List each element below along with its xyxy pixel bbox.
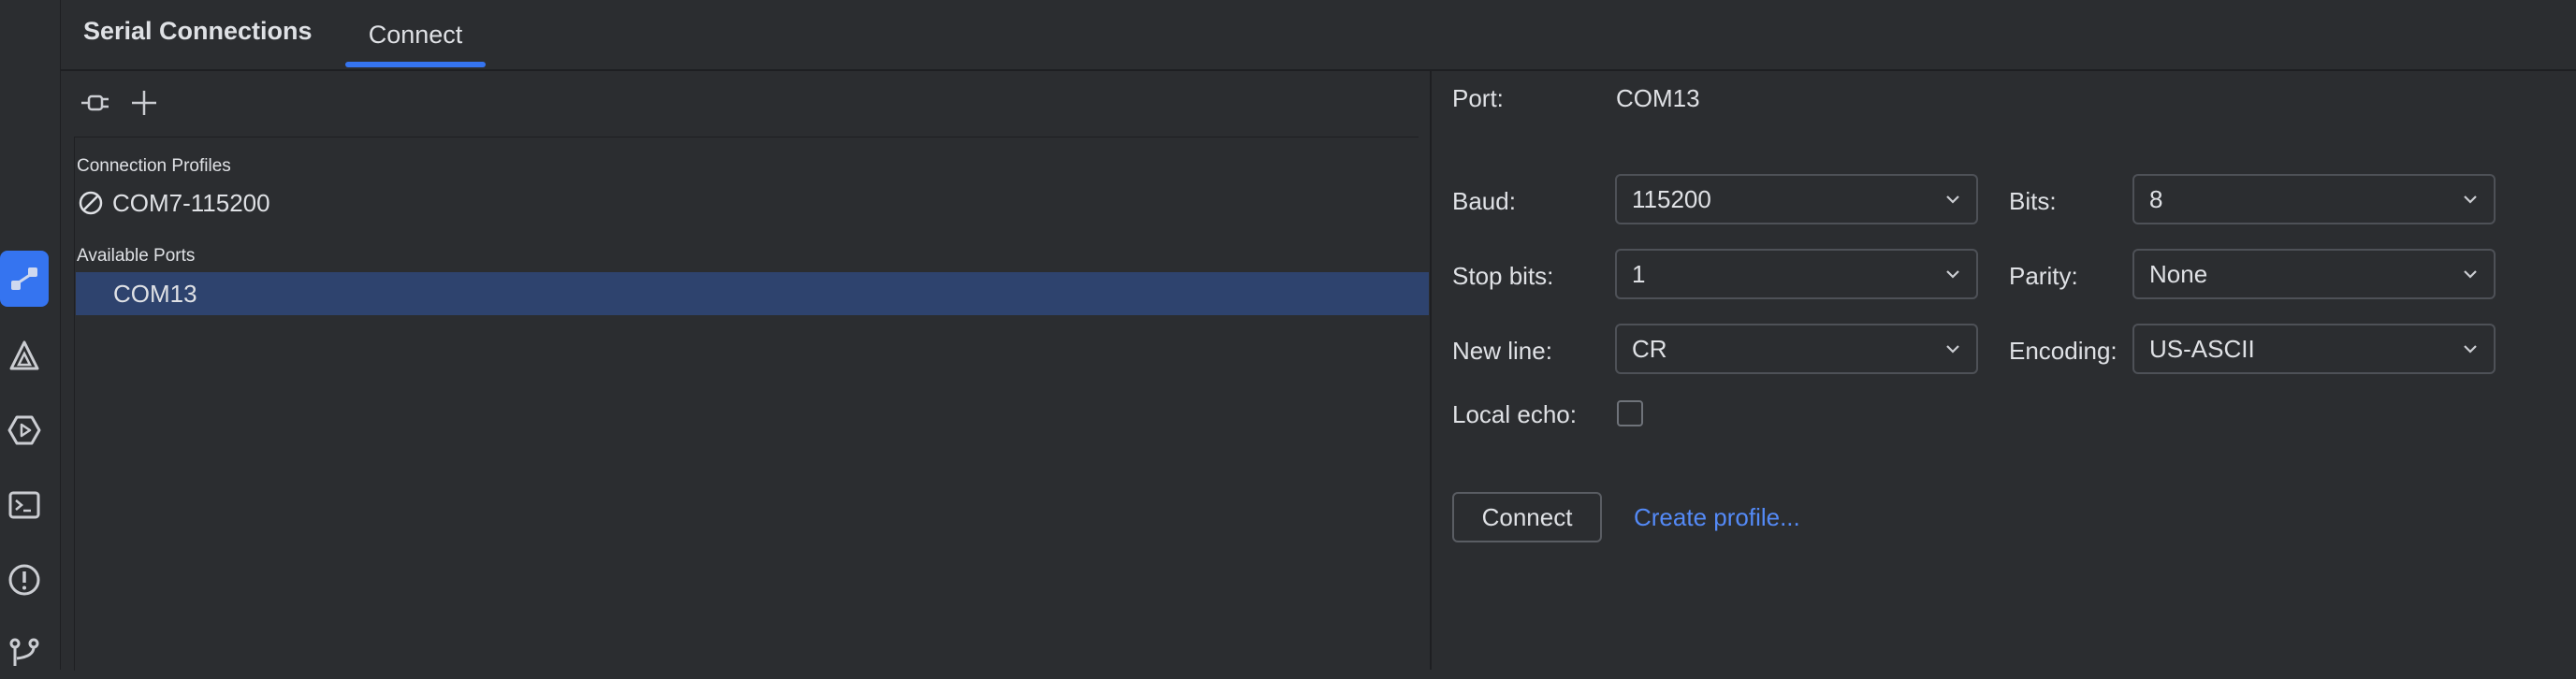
chevron-down-icon — [1946, 195, 1959, 204]
bits-label: Bits: — [2009, 187, 2057, 215]
connections-icon[interactable] — [0, 251, 49, 307]
baud-value: 115200 — [1632, 184, 1711, 213]
parity-label: Parity: — [2009, 262, 2078, 290]
git-icon[interactable] — [0, 623, 49, 679]
plug-icon[interactable] — [80, 87, 111, 119]
create-profile-link[interactable]: Create profile... — [1634, 503, 1800, 532]
tool-window-header: Serial Connections Connect — [61, 0, 2576, 71]
encoding-combobox[interactable]: US-ASCII — [2132, 324, 2496, 374]
connections-tree[interactable]: Connection Profiles COM7-115200 Availabl… — [74, 137, 1429, 671]
terminal-icon[interactable] — [0, 477, 49, 533]
profiles-header: Connection Profiles — [77, 156, 231, 176]
bits-combobox[interactable]: 8 — [2132, 174, 2496, 224]
chevron-down-icon — [1946, 270, 1959, 279]
port-value: COM13 — [1616, 84, 1700, 112]
parity-combobox[interactable]: None — [2132, 249, 2496, 299]
stopbits-label: Stop bits: — [1452, 262, 1554, 290]
connections-panel: Connection Profiles COM7-115200 Availabl… — [61, 71, 1432, 671]
baud-label: Baud: — [1452, 187, 1516, 215]
run-icon[interactable] — [0, 402, 49, 458]
port-item[interactable]: COM13 — [76, 272, 1429, 315]
ports-header: Available Ports — [77, 246, 196, 266]
tool-window-strip — [0, 0, 61, 670]
newline-label: New line: — [1452, 337, 1552, 365]
profile-item[interactable]: COM7-115200 — [77, 182, 270, 224]
profile-item-label: COM7-115200 — [112, 188, 270, 217]
port-label: Port: — [1452, 84, 1504, 112]
baud-combobox[interactable]: 115200 — [1615, 174, 1978, 224]
parity-value: None — [2149, 259, 2208, 288]
problems-icon[interactable] — [0, 552, 49, 608]
localecho-label: Local echo: — [1452, 400, 1577, 428]
chevron-down-icon — [2464, 345, 2477, 354]
chevron-down-icon — [2464, 195, 2477, 204]
connection-settings-panel: Port: COM13 Baud: 115200 Bits: 8 Stop bi… — [1432, 71, 2576, 670]
bits-value: 8 — [2149, 184, 2163, 213]
chevron-down-icon — [1946, 345, 1959, 354]
localecho-checkbox[interactable] — [1617, 400, 1643, 426]
newline-combobox[interactable]: CR — [1615, 324, 1978, 374]
chevron-down-icon — [2464, 270, 2477, 279]
build-icon[interactable] — [0, 327, 49, 383]
port-item-label: COM13 — [113, 279, 197, 308]
connections-toolbar — [80, 84, 160, 122]
stopbits-value: 1 — [1632, 259, 1646, 288]
tab-connect[interactable]: Connect — [345, 0, 486, 69]
encoding-value: US-ASCII — [2149, 334, 2255, 363]
connect-button[interactable]: Connect — [1452, 492, 1602, 542]
add-icon[interactable] — [128, 87, 160, 119]
tool-window-title: Serial Connections — [83, 17, 313, 45]
encoding-label: Encoding: — [2009, 337, 2118, 365]
disconnected-icon — [79, 191, 103, 215]
tab-active-indicator — [345, 62, 486, 67]
stopbits-combobox[interactable]: 1 — [1615, 249, 1978, 299]
newline-value: CR — [1632, 334, 1667, 363]
